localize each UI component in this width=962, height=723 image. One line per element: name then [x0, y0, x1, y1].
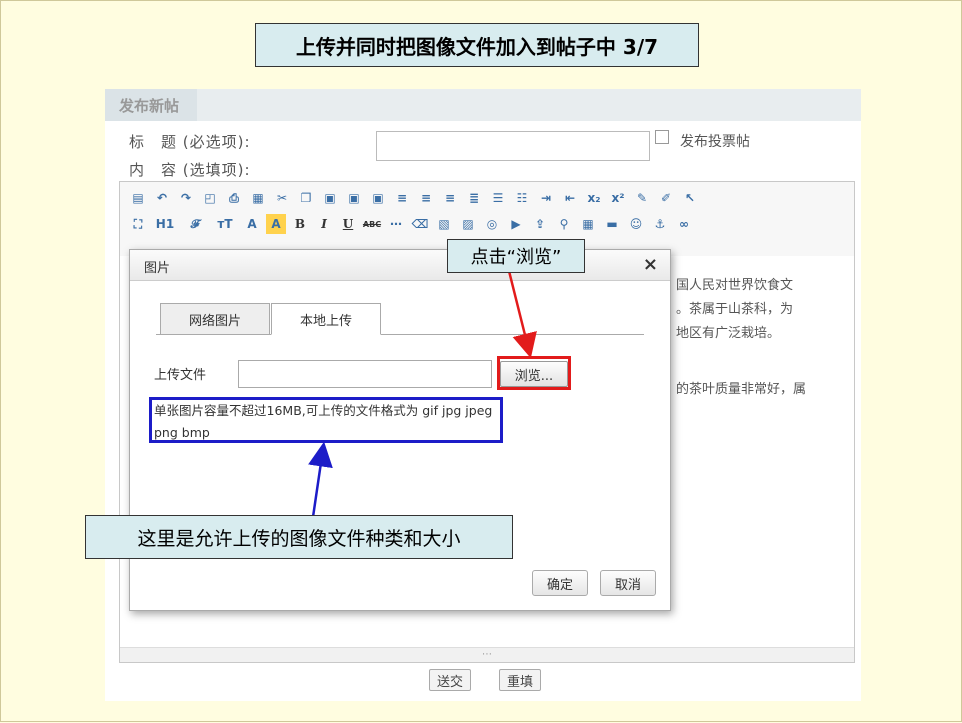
font-family-dropdown[interactable]: 𝓕 [182, 214, 208, 234]
undo-icon[interactable]: ↶ [152, 188, 172, 208]
poll-label: 发布投票帖 [680, 134, 750, 150]
editor-line-2: 。茶属于山茶科，为 [676, 302, 794, 317]
subject-label: 标 题 (必选项): [129, 133, 251, 151]
highlight-color-dropdown[interactable]: A [266, 214, 286, 234]
align-right-icon[interactable]: ≡ [440, 188, 460, 208]
strikethrough-button[interactable]: ABC [362, 214, 382, 234]
underline-button[interactable]: U [338, 214, 358, 234]
poll-checkbox[interactable] [655, 130, 669, 144]
editor-line-4: 的茶叶质量非常好，属 [676, 382, 807, 397]
video-icon[interactable]: ▶ [506, 214, 526, 234]
outdent-icon[interactable]: ⇤ [560, 188, 580, 208]
toolbar-row-2: ⛶ H1 𝓕 тT A A B I U ABC ⋯ ⌫ ▧ ▨ ◎ ▶ ⇪ ⚲ … [128, 214, 694, 234]
paste-word-icon[interactable]: ▣ [368, 188, 388, 208]
subscript-icon[interactable]: x₂ [584, 188, 604, 208]
emoticon-icon[interactable]: ☺ [626, 214, 646, 234]
panel-tab-new-post[interactable]: 发布新帖 [105, 89, 197, 121]
ordered-list-icon[interactable]: ☰ [488, 188, 508, 208]
hint-highlight [149, 397, 503, 443]
submit-button[interactable]: 送交 [429, 669, 471, 691]
tab-local-upload[interactable]: 本地上传 [271, 303, 381, 335]
bold-button[interactable]: B [290, 214, 310, 234]
unordered-list-icon[interactable]: ☷ [512, 188, 532, 208]
font-size-dropdown[interactable]: тT [212, 214, 238, 234]
dialog-title: 图片 [144, 261, 171, 276]
media-icon[interactable]: ◎ [482, 214, 502, 234]
editor-line-3: 地区有广泛栽培。 [676, 326, 781, 341]
source-icon[interactable]: ▤ [128, 188, 148, 208]
callout-file-types: 这里是允许上传的图像文件种类和大小 [85, 515, 513, 559]
attachment-icon[interactable]: ⚲ [554, 214, 574, 234]
fullscreen-icon[interactable]: ⛶ [128, 214, 148, 234]
table-icon[interactable]: ▦ [578, 214, 598, 234]
align-left-icon[interactable]: ≡ [392, 188, 412, 208]
browse-highlight [497, 356, 571, 390]
close-icon[interactable]: × [643, 254, 658, 275]
redo-icon[interactable]: ↷ [176, 188, 196, 208]
paste-text-icon[interactable]: ▣ [344, 188, 364, 208]
flash-icon[interactable]: ▨ [458, 214, 478, 234]
paste-icon[interactable]: ▣ [320, 188, 340, 208]
upload-file-label: 上传文件 [154, 368, 207, 383]
anchor-icon[interactable]: ⚓ [650, 214, 670, 234]
superscript-icon[interactable]: x² [608, 188, 628, 208]
image-icon[interactable]: ▧ [434, 214, 454, 234]
print-icon[interactable]: ⎙ [224, 188, 244, 208]
cancel-button[interactable]: 取消 [600, 570, 656, 596]
upload-icon[interactable]: ⇪ [530, 214, 550, 234]
dialog-titlebar[interactable]: 图片 × [130, 250, 670, 281]
reset-button[interactable]: 重填 [499, 669, 541, 691]
subject-input[interactable] [376, 131, 650, 161]
template-icon[interactable]: ▦ [248, 188, 268, 208]
content-label: 内 容 (选填项): [129, 161, 251, 179]
align-center-icon[interactable]: ≡ [416, 188, 436, 208]
select-all-icon[interactable]: ✐ [656, 188, 676, 208]
hr-icon[interactable]: ⋯ [386, 214, 406, 234]
editor-line-1: 国人民对世界饮食文 [676, 278, 794, 293]
callout-browse: 点击“浏览” [447, 239, 585, 273]
panel-header: 发布新帖 [105, 89, 861, 121]
tab-network-image[interactable]: 网络图片 [160, 303, 270, 335]
eraser-icon[interactable]: ⌫ [410, 214, 430, 234]
clear-format-icon[interactable]: ✎ [632, 188, 652, 208]
text-color-dropdown[interactable]: A [242, 214, 262, 234]
indent-icon[interactable]: ⇥ [536, 188, 556, 208]
copy-icon[interactable]: ❐ [296, 188, 316, 208]
link-icon[interactable]: ∞ [674, 214, 694, 234]
cut-icon[interactable]: ✂ [272, 188, 292, 208]
pointer-icon[interactable]: ↖ [680, 188, 700, 208]
slide-title: 上传并同时把图像文件加入到帖子中 3/7 [255, 23, 699, 67]
upload-file-input[interactable] [238, 360, 492, 388]
editor-resize-handle[interactable]: ⋯ [120, 647, 854, 662]
heading-dropdown[interactable]: H1 [152, 214, 178, 234]
preview-icon[interactable]: ◰ [200, 188, 220, 208]
italic-button[interactable]: I [314, 214, 334, 234]
toolbar-row-1: ▤ ↶ ↷ ◰ ⎙ ▦ ✂ ❐ ▣ ▣ ▣ ≡ ≡ ≡ ≣ ☰ ☷ ⇥ ⇤ x₂ [128, 188, 700, 208]
justify-icon[interactable]: ≣ [464, 188, 484, 208]
ok-button[interactable]: 确定 [532, 570, 588, 596]
code-icon[interactable]: ▬ [602, 214, 622, 234]
